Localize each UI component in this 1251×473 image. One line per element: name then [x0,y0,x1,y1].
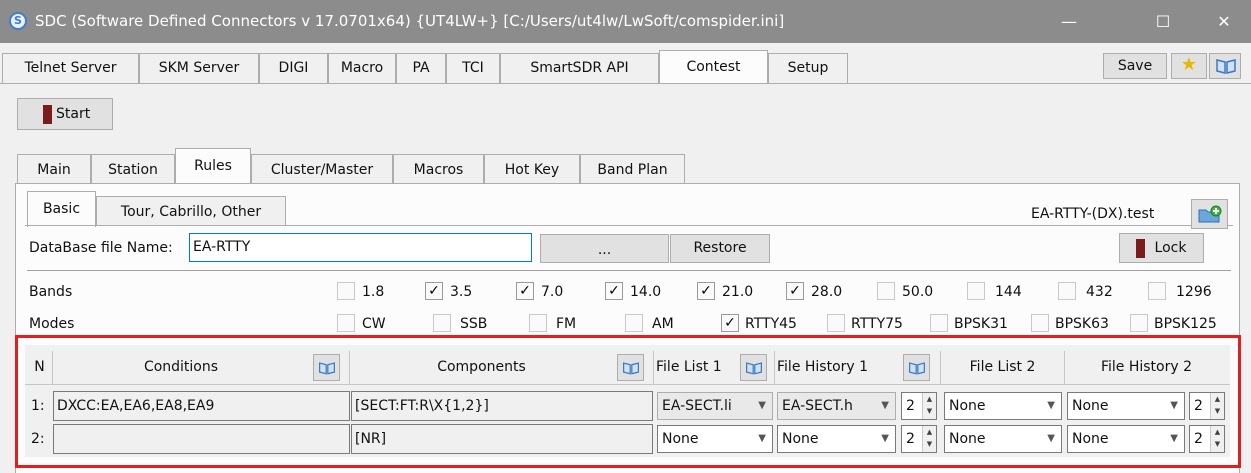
mode-checkbox-cw[interactable] [337,314,355,332]
database-file-label: DataBase file Name: [29,240,173,256]
band-label-144: 144 [995,284,1022,300]
folder-add-icon [1198,205,1222,223]
stop-mark-icon [43,105,52,124]
mode-checkbox-am[interactable] [625,314,643,332]
tab-tci[interactable]: TCI [446,53,500,83]
tab-band-plan[interactable]: Band Plan [580,154,685,184]
mode-checkbox-rtty75[interactable] [827,314,845,332]
tab-divider [0,83,1251,84]
band-checkbox-14-0[interactable]: ✓ [605,282,623,300]
band-label-1296: 1296 [1176,284,1212,300]
separator [27,270,1231,271]
tab-macros[interactable]: Macros [393,154,484,184]
tab-tour-cabrillo-other[interactable]: Tour, Cabrillo, Other [96,196,286,226]
band-label-14-0: 14.0 [630,284,662,300]
lock-mark-icon [1136,239,1145,258]
tab-hot-key[interactable]: Hot Key [484,154,580,184]
tab-skm-server[interactable]: SKM Server [139,53,259,83]
band-label-21-0: 21.0 [722,284,754,300]
mode-checkbox-fm[interactable] [529,314,547,332]
tab-smartsdr-api[interactable]: SmartSDR API [500,53,659,83]
rules-file-name: EA-RTTY-(DX).test [1031,206,1155,222]
title-bar: S SDC (Software Defined Connectors v 17.… [0,0,1251,43]
tab-pa[interactable]: PA [396,53,446,83]
main-tab-bar: Telnet Server SKM Server DIGI Macro PA T… [0,50,1251,83]
band-checkbox-7-0[interactable]: ✓ [516,282,534,300]
tab-main[interactable]: Main [17,154,91,184]
band-label-50-0: 50.0 [902,284,934,300]
lock-button-label: Lock [1154,240,1187,256]
restore-button[interactable]: Restore [670,234,770,263]
app-logo-icon: S [9,12,27,30]
band-label-1-8: 1.8 [362,284,385,300]
tab-basic[interactable]: Basic [27,191,96,227]
tab-rules[interactable]: Rules [175,148,251,184]
modes-label: Modes [29,316,75,332]
mode-label-cw: CW [362,316,386,332]
band-checkbox-432[interactable] [1058,282,1076,300]
band-checkbox-21-0[interactable]: ✓ [697,282,715,300]
close-button[interactable]: ✕ [1201,0,1247,43]
star-icon[interactable]: ★ [1171,53,1207,79]
mode-label-bpsk31: BPSK31 [954,316,1008,332]
mode-label-fm: FM [556,316,577,332]
mode-label-rtty75: RTTY75 [851,316,903,332]
start-button[interactable]: Start [17,98,113,130]
band-checkbox-1-8[interactable] [337,282,355,300]
band-label-3-5: 3.5 [450,284,473,300]
lock-button[interactable]: Lock [1119,233,1204,263]
tab-contest[interactable]: Contest [659,50,768,83]
tab-cluster-master[interactable]: Cluster/Master [251,154,393,184]
band-checkbox-144[interactable] [967,282,985,300]
tab-telnet-server[interactable]: Telnet Server [2,53,139,83]
mode-label-rtty45: RTTY45 [745,316,797,332]
maximize-button[interactable]: ☐ [1140,0,1186,43]
subtab-divider [25,225,1233,226]
mode-checkbox-rtty45[interactable]: ✓ [721,314,739,332]
band-checkbox-3-5[interactable]: ✓ [425,282,443,300]
mode-label-ssb: SSB [460,316,488,332]
tab-digi[interactable]: DIGI [259,53,328,83]
band-label-28-0: 28.0 [811,284,843,300]
mode-label-am: AM [652,316,674,332]
tab-macro[interactable]: Macro [328,53,396,83]
bands-label: Bands [29,284,73,300]
mode-label-bpsk125: BPSK125 [1154,316,1217,332]
band-label-432: 432 [1086,284,1113,300]
open-file-button[interactable] [1191,199,1228,229]
mode-checkbox-ssb[interactable] [433,314,451,332]
mode-checkbox-bpsk125[interactable] [1130,314,1148,332]
book-icon[interactable] [1209,53,1241,79]
mode-checkbox-bpsk31[interactable] [930,314,948,332]
band-checkbox-1296[interactable] [1148,282,1166,300]
band-checkbox-28-0[interactable]: ✓ [786,282,804,300]
window-title: SDC (Software Defined Connectors v 17.07… [35,12,785,30]
band-checkbox-50-0[interactable] [877,282,895,300]
highlight-box [15,335,1241,468]
tab-station[interactable]: Station [91,154,175,184]
mode-label-bpsk63: BPSK63 [1055,316,1109,332]
start-button-label: Start [56,106,91,122]
tab-setup[interactable]: Setup [768,53,848,83]
minimize-button[interactable]: — [1046,0,1092,43]
database-file-input[interactable]: EA-RTTY [189,233,532,262]
band-label-7-0: 7.0 [541,284,564,300]
mode-checkbox-bpsk63[interactable] [1031,314,1049,332]
browse-button[interactable]: ... [540,234,669,263]
save-button[interactable]: Save [1103,53,1167,79]
